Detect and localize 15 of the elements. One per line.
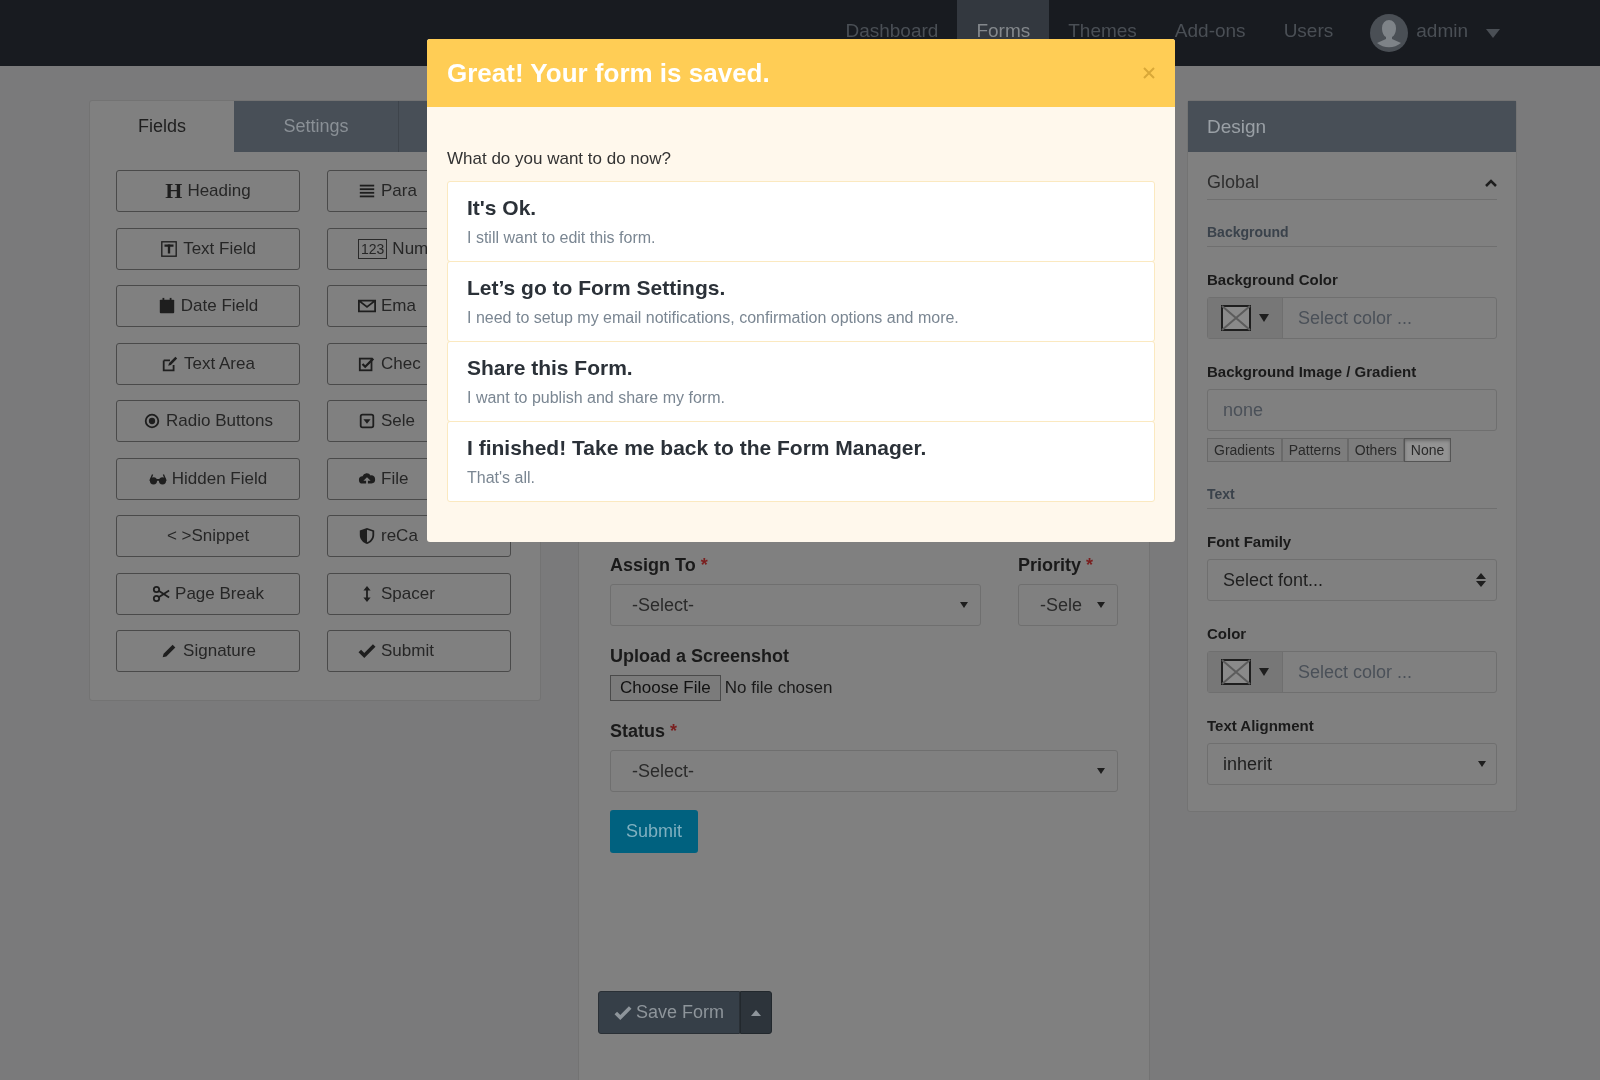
field-label: Color: [1207, 625, 1248, 642]
field-label: Background Image / Gradient: [1207, 363, 1418, 380]
field-label: Font Family: [1207, 533, 1293, 550]
file-status: No file chosen: [724, 678, 833, 698]
field-label: Status *: [610, 721, 679, 742]
field-label: Text Alignment: [1207, 717, 1315, 734]
field-label: Upload a Screenshot: [610, 646, 791, 667]
modal-title: Great! Your form is saved.: [447, 57, 770, 89]
field-label: Assign To *: [610, 555, 709, 576]
field-label: Background Color: [1207, 271, 1339, 288]
modal-question: What do you want to do now?: [447, 149, 672, 169]
panel-header: Design: [1188, 101, 1516, 152]
group-heading: Background: [1207, 200, 1497, 247]
group-heading: Text: [1207, 462, 1497, 509]
field-label: Priority *: [1018, 555, 1095, 576]
